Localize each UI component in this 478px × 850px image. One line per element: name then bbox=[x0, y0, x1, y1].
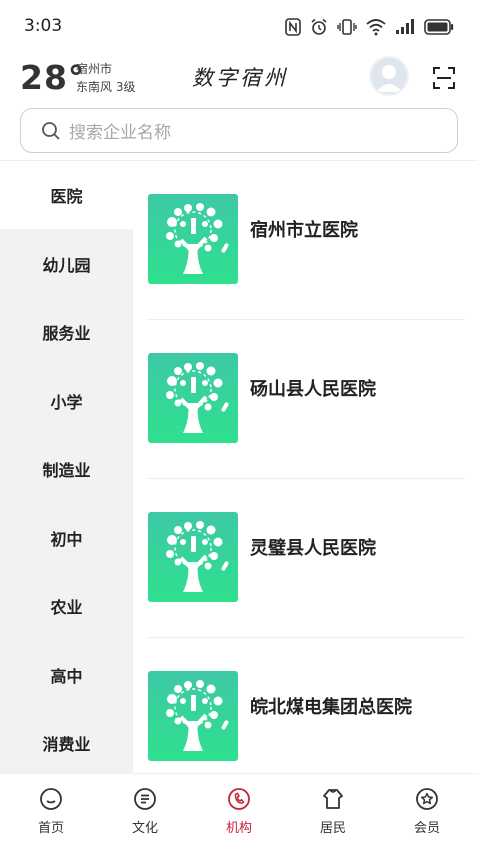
nav-label: 机构 bbox=[225, 821, 252, 836]
search-bar[interactable]: 搜索企业名称 bbox=[20, 108, 458, 153]
organization-logo bbox=[148, 353, 238, 443]
organization-logo bbox=[148, 512, 238, 602]
status-time: 3:03 bbox=[24, 16, 63, 36]
alarm-icon bbox=[311, 18, 327, 35]
organization-list: 宿州市立医院 砀山县人民医院 灵璧县人民医院皖北煤电集团总医院 bbox=[133, 161, 478, 773]
signal-icon bbox=[396, 19, 414, 34]
nav-item[interactable]: 首页 bbox=[6, 774, 96, 850]
organization-card[interactable]: 皖北煤电集团总医院 bbox=[133, 638, 478, 773]
home-icon bbox=[40, 788, 62, 810]
sidebar-item[interactable]: 消费业 bbox=[0, 709, 133, 773]
user-icon bbox=[376, 65, 402, 92]
nav-label: 文化 bbox=[131, 821, 158, 836]
weather-location: 宿州市 东南风 3级 bbox=[76, 60, 135, 96]
wind-label: 东南风 3级 bbox=[76, 80, 136, 94]
nav-label: 居民 bbox=[319, 821, 346, 836]
bottom-nav: 首页 文化 机构 居民 会员 bbox=[0, 773, 478, 850]
nav-label: 会员 bbox=[413, 821, 440, 836]
wifi-icon bbox=[366, 19, 386, 36]
organization-icon bbox=[228, 788, 250, 810]
organization-logo bbox=[148, 671, 238, 761]
nfc-icon bbox=[285, 18, 301, 36]
organization-card[interactable]: 宿州市立医院 bbox=[133, 161, 478, 320]
organization-card[interactable]: 砀山县人民医院 bbox=[133, 320, 478, 479]
status-icons bbox=[285, 16, 454, 38]
organization-name: 皖北煤电集团总医院 bbox=[250, 697, 412, 718]
category-sidebar: 医院 幼儿园 服务业 小学 制造业 初中 农业 高中 消费业 bbox=[0, 161, 133, 773]
vibrate-icon bbox=[337, 19, 357, 35]
sidebar-item[interactable]: 制造业 bbox=[0, 435, 133, 503]
sidebar-item[interactable]: 农业 bbox=[0, 572, 133, 640]
nav-item[interactable]: 会员 bbox=[382, 774, 472, 850]
search-placeholder: 搜索企业名称 bbox=[69, 123, 171, 143]
battery-icon bbox=[424, 19, 454, 35]
nav-item[interactable]: 文化 bbox=[100, 774, 190, 850]
search-icon bbox=[42, 121, 60, 140]
sidebar-item[interactable]: 医院 bbox=[0, 161, 133, 229]
nav-label: 首页 bbox=[37, 821, 64, 836]
organization-name: 灵璧县人民医院 bbox=[250, 538, 376, 559]
sidebar-item[interactable]: 小学 bbox=[0, 367, 133, 435]
sidebar-item[interactable]: 高中 bbox=[0, 641, 133, 709]
city-label: 宿州市 bbox=[76, 62, 113, 76]
organization-card[interactable]: 灵璧县人民医院 bbox=[133, 479, 478, 638]
organization-name: 宿州市立医院 bbox=[250, 220, 358, 241]
sidebar-item[interactable]: 服务业 bbox=[0, 298, 133, 366]
residents-icon bbox=[323, 789, 343, 809]
scan-icon[interactable] bbox=[432, 66, 456, 90]
sidebar-item[interactable]: 幼儿园 bbox=[0, 230, 133, 298]
avatar[interactable] bbox=[369, 56, 409, 96]
organization-name: 砀山县人民医院 bbox=[250, 379, 376, 400]
culture-icon bbox=[134, 788, 156, 810]
sidebar-item[interactable]: 初中 bbox=[0, 504, 133, 572]
app-screen: 3:03 28° 宿州市 东南风 3级 数字宿州 搜索企业名称 医院 幼儿园 服… bbox=[0, 0, 478, 850]
app-title: 数字宿州 bbox=[192, 66, 288, 90]
header: 28° 宿州市 东南风 3级 数字宿州 bbox=[0, 52, 478, 102]
organization-logo bbox=[148, 194, 238, 284]
status-bar: 3:03 bbox=[0, 0, 478, 52]
member-icon bbox=[416, 788, 438, 810]
nav-item[interactable]: 居民 bbox=[288, 774, 378, 850]
nav-item[interactable]: 机构 bbox=[194, 774, 284, 850]
